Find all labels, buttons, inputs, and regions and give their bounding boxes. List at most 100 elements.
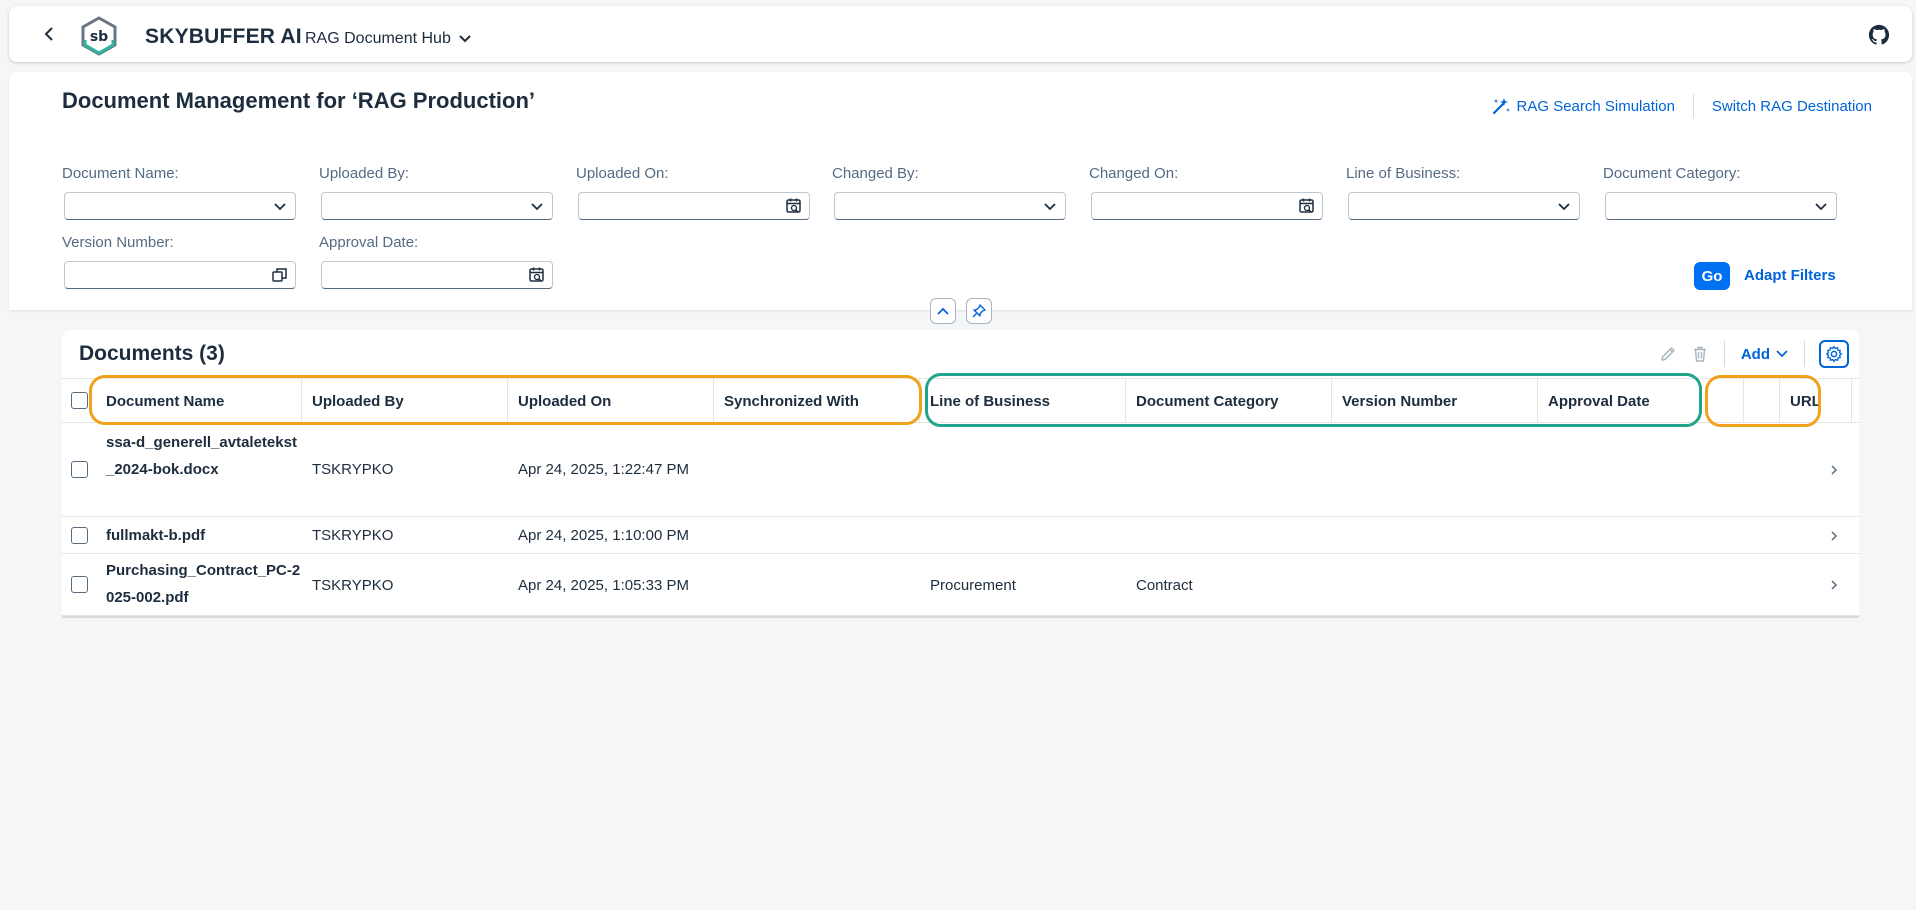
uploaded-on-cell: Apr 24, 2025, 1:10:00 PM xyxy=(518,527,689,544)
header-actions: RAG Search Simulation Switch RAG Destina… xyxy=(1491,94,1872,118)
approval-date-input[interactable] xyxy=(321,261,553,289)
page-title: Document Management for ‘RAG Production’ xyxy=(62,88,536,113)
uploaded-on-cell: Apr 24, 2025, 1:22:47 PM xyxy=(518,461,689,478)
go-button[interactable]: Go xyxy=(1694,262,1730,290)
column-header[interactable]: Document Name xyxy=(96,379,302,423)
filter-uploaded-by: Uploaded By: xyxy=(319,165,555,220)
back-button[interactable] xyxy=(37,22,61,46)
changed-on-date-input[interactable] xyxy=(1091,192,1323,220)
chevron-down-icon xyxy=(1558,203,1570,211)
chevron-right-icon[interactable] xyxy=(1829,529,1839,543)
filter-label: Document Category: xyxy=(1603,165,1741,182)
table-row[interactable]: fullmakt-b.pdf TSKRYPKO Apr 24, 2025, 1:… xyxy=(62,517,1859,554)
column-header-spacer xyxy=(1744,379,1780,423)
filter-version-number: Version Number: xyxy=(62,234,298,289)
row-checkbox[interactable] xyxy=(71,527,88,544)
collapse-header-button[interactable] xyxy=(930,298,956,324)
table-settings-button[interactable] xyxy=(1819,340,1849,368)
column-header[interactable]: Uploaded By xyxy=(302,379,508,423)
switch-rag-destination-button[interactable]: Switch RAG Destination xyxy=(1712,98,1872,115)
line-of-business-cell: Procurement xyxy=(930,577,1016,594)
shell-bar: sb SKYBUFFER AI RAG Document Hub xyxy=(9,6,1912,62)
action-separator xyxy=(1692,94,1694,118)
filter-label: Changed On: xyxy=(1089,165,1179,182)
github-icon[interactable] xyxy=(1868,24,1890,46)
table-row[interactable]: Purchasing_Contract_PC-2025-002.pdf TSKR… xyxy=(62,554,1859,616)
filter-line-of-business: Line of Business: xyxy=(1346,165,1582,220)
column-header[interactable]: Line of Business xyxy=(920,379,1126,423)
delete-button[interactable] xyxy=(1684,340,1716,368)
filter-label: Approval Date: xyxy=(319,234,419,251)
table-row[interactable]: ssa-d_generell_avtaletekst_2024-bok.docx… xyxy=(62,423,1859,517)
row-checkbox[interactable] xyxy=(71,576,88,593)
filter-document-category: Document Category: xyxy=(1603,165,1839,220)
column-header[interactable]: Document Category xyxy=(1126,379,1332,423)
line-of-business-select[interactable] xyxy=(1348,192,1580,220)
rag-search-simulation-button[interactable]: RAG Search Simulation xyxy=(1491,96,1675,116)
pencil-icon xyxy=(1661,347,1675,361)
rag-search-simulation-label: RAG Search Simulation xyxy=(1516,97,1675,115)
row-checkbox[interactable] xyxy=(71,461,88,478)
uploaded-on-cell: Apr 24, 2025, 1:05:33 PM xyxy=(518,577,689,594)
table-bottom-border xyxy=(62,616,1859,618)
toolbar-separator xyxy=(1723,341,1725,367)
column-header[interactable]: URL xyxy=(1780,379,1852,423)
document-name-select[interactable] xyxy=(64,192,296,220)
filter-label: Document Name: xyxy=(62,165,179,182)
chevron-down-icon xyxy=(459,35,471,43)
uploaded-by-select[interactable] xyxy=(321,192,553,220)
documents-table: Documents (3) Add Document Name Uploaded… xyxy=(62,330,1859,618)
column-header[interactable]: Uploaded On xyxy=(508,379,714,423)
uploaded-by-cell: TSKRYPKO xyxy=(312,527,394,544)
edit-button[interactable] xyxy=(1652,340,1684,368)
chevron-down-icon xyxy=(1815,203,1827,211)
filter-label: Changed By: xyxy=(832,165,919,182)
chevron-down-icon xyxy=(1776,350,1788,358)
column-header[interactable]: Version Number xyxy=(1332,379,1538,423)
add-menu-button[interactable]: Add xyxy=(1733,346,1796,363)
chevron-down-icon xyxy=(531,203,543,211)
document-name-cell: ssa-d_generell_avtaletekst_2024-bok.docx xyxy=(106,434,297,478)
version-number-input[interactable] xyxy=(64,261,296,289)
calendar-icon[interactable] xyxy=(785,197,803,215)
column-header[interactable]: Approval Date xyxy=(1538,379,1744,423)
app-name: RAG Document Hub xyxy=(305,30,451,47)
document-category-cell: Contract xyxy=(1136,577,1193,594)
filter-label: Version Number: xyxy=(62,234,174,251)
app-switcher[interactable]: RAG Document Hub xyxy=(305,30,471,48)
column-header[interactable]: Synchronized With xyxy=(714,379,920,423)
filter-uploaded-on: Uploaded On: xyxy=(576,165,812,220)
add-label: Add xyxy=(1740,345,1770,363)
chevron-down-icon xyxy=(1044,203,1056,211)
header-toggle-group xyxy=(930,298,992,324)
uploaded-by-cell: TSKRYPKO xyxy=(312,461,394,478)
filter-label: Line of Business: xyxy=(1346,165,1461,182)
filter-document-name: Document Name: xyxy=(62,165,298,220)
filter-changed-on: Changed On: xyxy=(1089,165,1325,220)
gear-icon xyxy=(1825,345,1843,363)
calendar-icon[interactable] xyxy=(528,266,546,284)
toolbar-separator xyxy=(1804,341,1805,367)
pin-header-button[interactable] xyxy=(966,298,992,324)
logo-text: sb xyxy=(90,29,108,45)
chevron-right-icon[interactable] xyxy=(1829,463,1839,477)
trash-icon xyxy=(1693,346,1706,362)
select-all-checkbox[interactable] xyxy=(71,392,88,409)
table-toolbar: Add xyxy=(1652,340,1849,368)
uploaded-on-date-input[interactable] xyxy=(578,192,810,220)
adapt-filters-button[interactable]: Adapt Filters xyxy=(1744,267,1836,284)
filter-label: Uploaded On: xyxy=(576,165,669,182)
table-title: Documents (3) xyxy=(79,342,225,365)
document-category-select[interactable] xyxy=(1605,192,1837,220)
value-help-icon[interactable] xyxy=(271,266,289,284)
chevron-right-icon[interactable] xyxy=(1829,578,1839,592)
chevron-down-icon xyxy=(274,203,286,211)
filter-label: Uploaded By: xyxy=(319,165,410,182)
pin-icon xyxy=(972,304,986,318)
brand-name: SKYBUFFER AI xyxy=(145,25,302,48)
chevron-left-icon xyxy=(44,27,53,41)
skybuffer-logo: sb xyxy=(79,16,119,56)
calendar-icon[interactable] xyxy=(1298,197,1316,215)
changed-by-select[interactable] xyxy=(834,192,1066,220)
document-name-cell: fullmakt-b.pdf xyxy=(106,527,206,544)
